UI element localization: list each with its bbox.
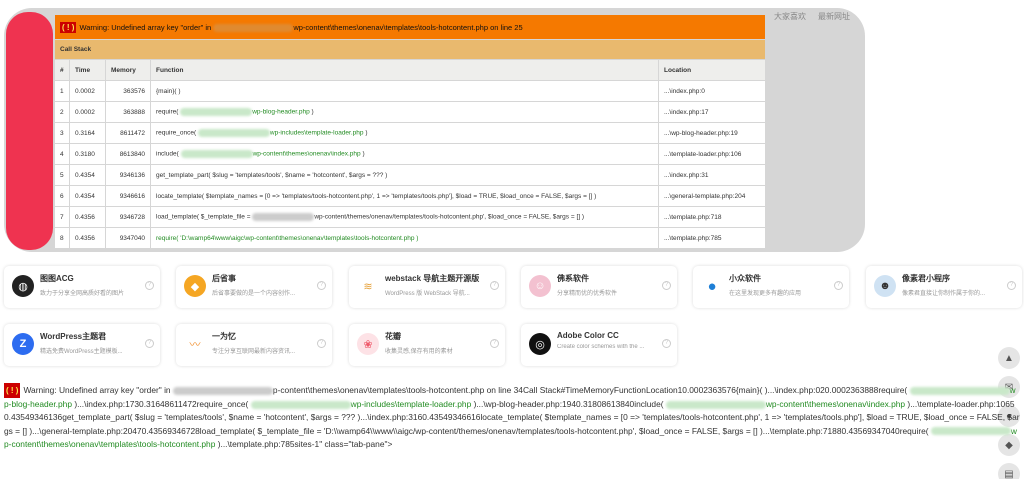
petal-icon: ❀ bbox=[357, 333, 379, 355]
info-icon[interactable]: ? bbox=[490, 281, 499, 290]
wave-icon: 〰 bbox=[184, 333, 206, 355]
col-header-location: Location bbox=[658, 59, 766, 81]
table-row: 4 0.3180 8613840 include( wp-content\the… bbox=[54, 143, 766, 165]
redacted-path bbox=[252, 213, 315, 221]
arrow-up-icon[interactable]: ▲ bbox=[998, 347, 1020, 369]
raw-error-text: ( ! ) Warning: Undefined array key "order… bbox=[4, 383, 1020, 449]
calendar-icon[interactable]: ▤ bbox=[998, 463, 1020, 479]
table-row: 3 0.3164 8611472 require_once( wp-includ… bbox=[54, 122, 766, 144]
info-icon[interactable]: ? bbox=[834, 281, 843, 290]
site-card[interactable]: ◆ 后省事 后省事要做的是一个内容创作... ? bbox=[176, 266, 332, 308]
info-icon[interactable]: ? bbox=[662, 339, 671, 348]
drop-icon: ● bbox=[701, 275, 723, 297]
character-icon: ☺ bbox=[529, 275, 551, 297]
table-row: 8 0.4356 9347040 require( 'D:\wamp64\www… bbox=[54, 227, 766, 249]
table-row: 1 0.0002 363576 {main}( ) ...\index.php:… bbox=[54, 80, 766, 102]
info-icon[interactable]: ? bbox=[1007, 281, 1016, 290]
site-card[interactable]: Z WordPress主题君 精选免费WordPress主题模板... ? bbox=[4, 324, 160, 366]
info-icon[interactable]: ? bbox=[317, 281, 326, 290]
site-card[interactable]: ❀ 花瓣 收集灵感,保存有用的素材 ? bbox=[349, 324, 505, 366]
call-stack-label: Call Stack bbox=[54, 39, 766, 60]
site-card[interactable]: ☺ 佛系软件 分享精而优的优秀软件 ? bbox=[521, 266, 677, 308]
site-card[interactable]: 〰 一为忆 专注分享互联网最新内容资讯... ? bbox=[176, 324, 332, 366]
site-card[interactable]: ◍ 图图ACG 致力于分享全网高质好看的图片 ? bbox=[4, 266, 160, 308]
table-row: 6 0.4354 9346616 locate_template( $templ… bbox=[54, 185, 766, 207]
top-tabs: 大家喜欢 最新网址 bbox=[774, 11, 850, 22]
col-header-num: # bbox=[54, 59, 70, 81]
php-error-table: ( ! ) Warning: Undefined array key "order… bbox=[54, 14, 766, 249]
info-icon[interactable]: ? bbox=[490, 339, 499, 348]
table-row: 5 0.4354 9346136 get_template_part( $slu… bbox=[54, 164, 766, 186]
warning-icon: ( ! ) bbox=[4, 383, 21, 399]
z-logo-icon: Z bbox=[12, 333, 34, 355]
site-card[interactable]: ≋ webstack 导航主题开源版 WordPress 版 WebStack … bbox=[349, 266, 505, 308]
table-row: 2 0.0002 363888 require( wp-blog-header.… bbox=[54, 101, 766, 123]
site-card[interactable]: ☻ 像素君小程序 像素君直接让你制作属于你的... ? bbox=[866, 266, 1022, 308]
info-icon[interactable]: ? bbox=[662, 281, 671, 290]
sidebar-decoration bbox=[6, 12, 53, 250]
warning-icon: ( ! ) bbox=[60, 21, 77, 33]
fox-icon: ◆ bbox=[184, 275, 206, 297]
site-card[interactable]: ◎ Adobe Color CC Create color schemes wi… bbox=[521, 324, 677, 366]
redacted-path bbox=[180, 150, 253, 158]
info-icon[interactable]: ? bbox=[145, 339, 154, 348]
tab-latest[interactable]: 最新网址 bbox=[818, 11, 850, 22]
col-header-function: Function bbox=[150, 59, 659, 81]
info-icon[interactable]: ? bbox=[145, 281, 154, 290]
redacted-path bbox=[180, 108, 253, 116]
table-row: 7 0.4356 9346728 load_template( $_templa… bbox=[54, 206, 766, 228]
col-header-time: Time bbox=[69, 59, 106, 81]
info-icon[interactable]: ? bbox=[317, 339, 326, 348]
col-header-memory: Memory bbox=[105, 59, 151, 81]
avatar-icon: ☻ bbox=[874, 275, 896, 297]
stack-icon: ≋ bbox=[357, 275, 379, 297]
redacted-path bbox=[197, 129, 270, 137]
globe-icon: ◍ bbox=[12, 275, 34, 297]
tab-popular[interactable]: 大家喜欢 bbox=[774, 11, 806, 22]
redacted-path bbox=[213, 23, 294, 32]
error-header: ( ! ) Warning: Undefined array key "order… bbox=[54, 14, 766, 40]
adobe-color-icon: ◎ bbox=[529, 333, 551, 355]
site-card[interactable]: ● 小众软件 在这里发现更多有趣的应用 ? bbox=[693, 266, 849, 308]
